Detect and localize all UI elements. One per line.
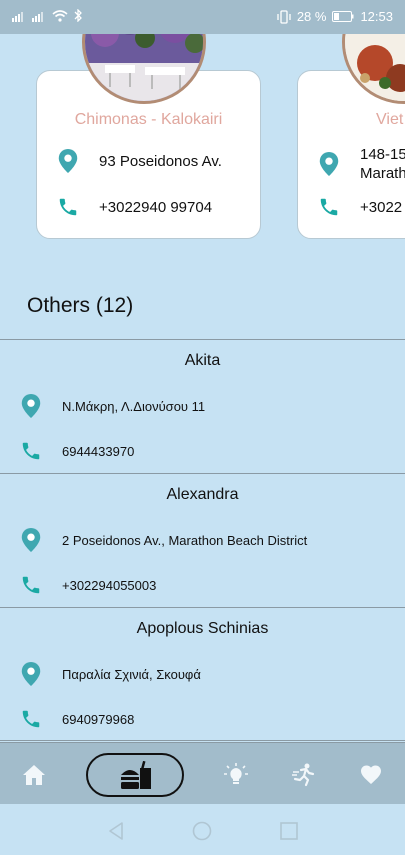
system-navigation-bar <box>0 804 405 855</box>
location-pin-icon <box>21 394 41 418</box>
card-address-line-2: Marath <box>360 165 405 182</box>
featured-carousel[interactable]: Chimonas - Kalokairi 93 Poseidonos Av. +… <box>0 34 405 274</box>
address-row: Παραλία Σχινιά, Σκουφά <box>20 662 201 686</box>
card-phone[interactable]: +3022940 99704 <box>99 198 212 217</box>
restaurant-phone[interactable]: 6940979968 <box>62 712 134 727</box>
favorites-icon[interactable] <box>359 763 383 787</box>
restaurant-name: Apoplous Schinias <box>136 620 269 637</box>
phone-icon[interactable] <box>318 195 340 219</box>
home-icon[interactable] <box>22 763 46 787</box>
clock: 12:53 <box>360 9 393 24</box>
card-address: 93 Poseidonos Av. <box>99 152 222 170</box>
restaurant-name: Akita <box>184 352 221 369</box>
restaurant-address: 2 Poseidonos Av., Marathon Beach Distric… <box>62 532 308 548</box>
wifi-icon <box>52 9 68 22</box>
home-circle-icon[interactable] <box>192 821 212 841</box>
phone-row[interactable]: 6944433970 <box>20 439 134 463</box>
others-section-title: Others (12) <box>27 294 134 317</box>
vibrate-icon <box>277 9 291 24</box>
card-title: Viet <box>376 111 404 128</box>
bottom-nav <box>0 742 405 804</box>
card-phone-row[interactable]: +3022 <box>318 195 402 219</box>
phone-icon[interactable] <box>20 439 42 463</box>
sights-icon[interactable] <box>224 763 248 787</box>
card-phone-row[interactable]: +3022940 99704 <box>57 195 212 219</box>
phone-icon[interactable] <box>57 195 79 219</box>
address-row: 2 Poseidonos Av., Marathon Beach Distric… <box>20 528 307 552</box>
phone-row[interactable]: +302294055003 <box>20 573 156 597</box>
status-bar: 28 % 12:53 <box>0 0 405 34</box>
battery-icon <box>332 11 354 22</box>
restaurant-phone[interactable]: 6944433970 <box>62 444 134 459</box>
activities-icon[interactable] <box>292 763 316 787</box>
card-title: Chimonas - Kalokairi <box>74 111 223 128</box>
back-icon[interactable] <box>106 821 126 841</box>
restaurant-name: Alexandra <box>166 486 239 503</box>
list-item[interactable]: Apoplous Schinias Παραλία Σχινιά, Σκουφά… <box>0 607 405 741</box>
address-row: Ν.Μάκρη, Λ.Διονύσου 11 <box>20 394 205 418</box>
card-address-row: 93 Poseidonos Av. <box>57 149 222 173</box>
location-pin-icon <box>58 149 78 173</box>
phone-icon[interactable] <box>20 707 42 731</box>
location-pin-icon <box>21 662 41 686</box>
list-item[interactable]: Alexandra 2 Poseidonos Av., Marathon Bea… <box>0 473 405 607</box>
recents-icon[interactable] <box>279 821 299 841</box>
battery-percent: 28 % <box>296 9 327 24</box>
restaurant-address: Ν.Μάκρη, Λ.Διονύσου 11 <box>62 398 206 414</box>
card-address-line-1: 148-15 <box>360 146 405 163</box>
restaurant-phone[interactable]: +302294055003 <box>62 578 156 593</box>
signal-icon <box>12 11 23 22</box>
phone-row[interactable]: 6940979968 <box>20 707 134 731</box>
restaurant-address: Παραλία Σχινιά, Σκουφά <box>62 666 201 682</box>
location-pin-icon <box>319 152 339 176</box>
card-address-row: 148-15 Marath <box>318 145 405 183</box>
phone-icon[interactable] <box>20 573 42 597</box>
list-item[interactable]: Akita Ν.Μάκρη, Λ.Διονύσου 11 6944433970 <box>0 339 405 473</box>
location-pin-icon <box>21 528 41 552</box>
bluetooth-icon <box>74 9 82 22</box>
food-drink-icon[interactable] <box>120 761 154 791</box>
card-phone[interactable]: +3022 <box>360 198 402 217</box>
signal-2-icon <box>32 11 43 22</box>
